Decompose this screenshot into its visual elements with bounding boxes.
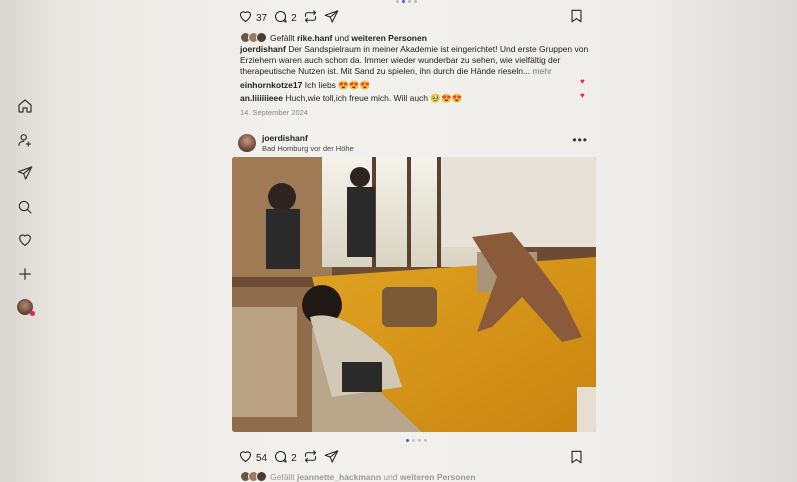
feed: 37 2 Gefällt rike.hanf und weiteren Pers… (232, 0, 598, 482)
comment-text: Huch,wie toll,ich freue mich. Will auch … (285, 93, 463, 103)
direct-messages-icon[interactable] (15, 163, 35, 183)
comment-like-heart-icon[interactable]: ♥ (580, 92, 588, 100)
like-count[interactable]: 37 (256, 13, 267, 24)
liked-by-user-link[interactable]: rike.hanf (297, 33, 332, 43)
comment-row: an.liiiiiieee Huch,wie toll,ich freue mi… (240, 93, 592, 104)
comment-icon[interactable] (273, 9, 288, 27)
home-icon[interactable] (15, 96, 35, 116)
comment-text: Ich liebs 😍😍😍 (304, 80, 371, 90)
carousel-dots-post1 (396, 0, 417, 3)
save-bookmark-icon[interactable] (570, 450, 584, 465)
comment-user-link[interactable]: einhornkotze17 (240, 80, 302, 90)
sidebar-nav (0, 0, 50, 477)
author-username-link[interactable]: joerdishanf (262, 133, 308, 143)
location-link[interactable]: Bad Homburg vor der Höhe (262, 144, 354, 153)
post-date: 14. September 2024 (240, 108, 308, 117)
save-bookmark-icon[interactable] (570, 9, 584, 24)
post-photo-illustration (232, 157, 596, 432)
like-heart-icon[interactable] (238, 449, 253, 467)
caption-more-link[interactable]: mehr (532, 66, 551, 76)
create-plus-icon[interactable] (15, 264, 35, 284)
post-caption: joerdishanf Der Sandspielraum in meiner … (240, 44, 590, 77)
notification-dot (30, 311, 35, 316)
comment-icon[interactable] (273, 449, 288, 467)
post-photo[interactable] (232, 157, 596, 432)
repost-icon[interactable] (303, 449, 318, 467)
share-icon[interactable] (324, 9, 339, 27)
liked-by-others-link[interactable]: weiteren Personen (351, 33, 427, 43)
carousel-dots-post2 (406, 439, 427, 442)
comment-count[interactable]: 2 (291, 13, 297, 24)
profile-avatar[interactable] (15, 297, 35, 317)
comment-count[interactable]: 2 (291, 453, 297, 464)
search-icon[interactable] (15, 197, 35, 217)
profile-search-icon[interactable] (15, 130, 35, 150)
like-heart-icon[interactable] (238, 9, 253, 27)
post2-action-bar: 54 2 (238, 449, 339, 467)
liker-avatar (256, 32, 267, 43)
liked-by-line: Gefällt rike.hanf und weiteren Personen (240, 32, 427, 43)
like-count[interactable]: 54 (256, 453, 267, 464)
comment-like-heart-icon[interactable]: ♥ (580, 78, 588, 86)
notifications-heart-icon[interactable] (15, 230, 35, 250)
comment-row: einhornkotze17 Ich liebs 😍😍😍 (240, 80, 592, 91)
comment-user-link[interactable]: an.liiiiiieee (240, 93, 283, 103)
repost-icon[interactable] (303, 9, 318, 27)
author-avatar[interactable] (238, 134, 256, 152)
more-options-icon[interactable]: ••• (572, 134, 588, 146)
liked-by-prefix: Gefällt (270, 32, 295, 43)
liked-by-and: und (334, 32, 349, 43)
post2-header: joerdishanf Bad Homburg vor der Höhe ••• (238, 133, 596, 155)
caption-author-link[interactable]: joerdishanf (240, 44, 286, 54)
share-icon[interactable] (324, 449, 339, 467)
post1-action-bar: 37 2 (238, 9, 339, 27)
